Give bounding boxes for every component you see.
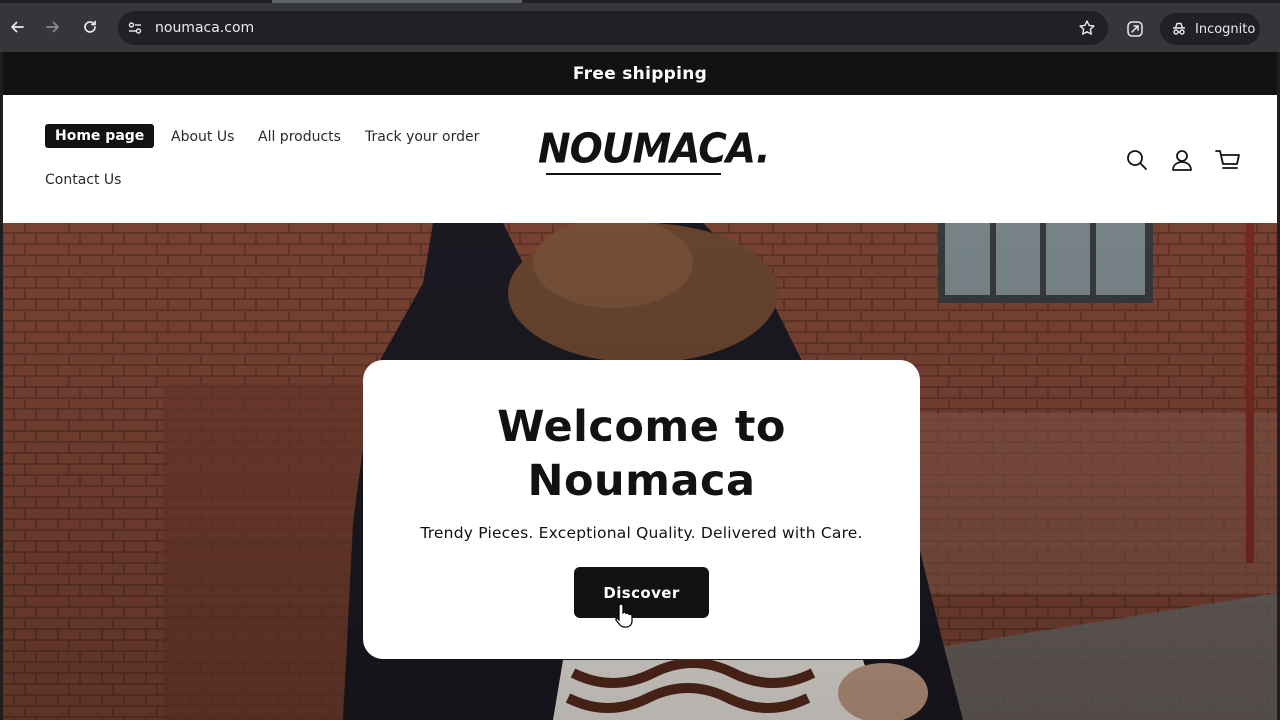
announcement-text: Free shipping [572, 63, 708, 84]
forward-arrow-icon [46, 21, 59, 33]
extension-icon[interactable] [1125, 19, 1145, 39]
nav-home[interactable]: Home page [45, 124, 155, 148]
nav-track-order[interactable]: Track your order [365, 129, 479, 145]
reload-icon [84, 20, 96, 33]
incognito-label: Incognito [1195, 21, 1256, 37]
announcement-bar: Free shipping [3, 52, 1277, 95]
logo-underline [546, 173, 721, 175]
site-settings-icon[interactable] [126, 19, 144, 37]
hero-banner: Welcome to Noumaca Trendy Pieces. Except… [3, 223, 1277, 720]
logo-text: NOUMACA. [538, 125, 771, 174]
incognito-icon [1173, 22, 1185, 35]
account-icon[interactable] [1169, 147, 1195, 173]
bookmark-star-icon[interactable] [1078, 19, 1096, 37]
site-logo[interactable]: NOUMACA. [538, 125, 771, 180]
forward-button[interactable] [42, 16, 64, 38]
back-arrow-icon [11, 21, 24, 33]
discover-button[interactable]: Discover [574, 567, 709, 618]
nav-about-us[interactable]: About Us [171, 129, 234, 145]
search-icon[interactable] [1124, 147, 1150, 173]
tab-strip-edge [272, 0, 522, 3]
web-page: Free shipping Home page About Us All pro… [3, 52, 1277, 720]
nav-contact-us[interactable]: Contact Us [45, 172, 121, 188]
address-bar[interactable]: noumaca.com [118, 11, 1108, 45]
hand-cursor-icon [615, 603, 633, 628]
hero-title-line1: Welcome to [497, 402, 786, 452]
hero-title-line2: Noumaca [527, 456, 756, 506]
reload-button[interactable] [79, 16, 101, 38]
hero-title: Welcome to Noumaca [363, 400, 920, 508]
nav-all-products[interactable]: All products [258, 129, 341, 145]
browser-toolbar: noumaca.com Incognito [0, 0, 1280, 52]
site-header: Home page About Us All products Track yo… [3, 95, 1277, 223]
cart-icon[interactable] [1214, 147, 1240, 173]
hero-card: Welcome to Noumaca Trendy Pieces. Except… [363, 360, 920, 659]
back-button[interactable] [6, 16, 28, 38]
url-text[interactable]: noumaca.com [155, 20, 254, 36]
hero-tagline: Trendy Pieces. Exceptional Quality. Deli… [420, 524, 863, 542]
incognito-indicator[interactable]: Incognito [1160, 13, 1260, 45]
